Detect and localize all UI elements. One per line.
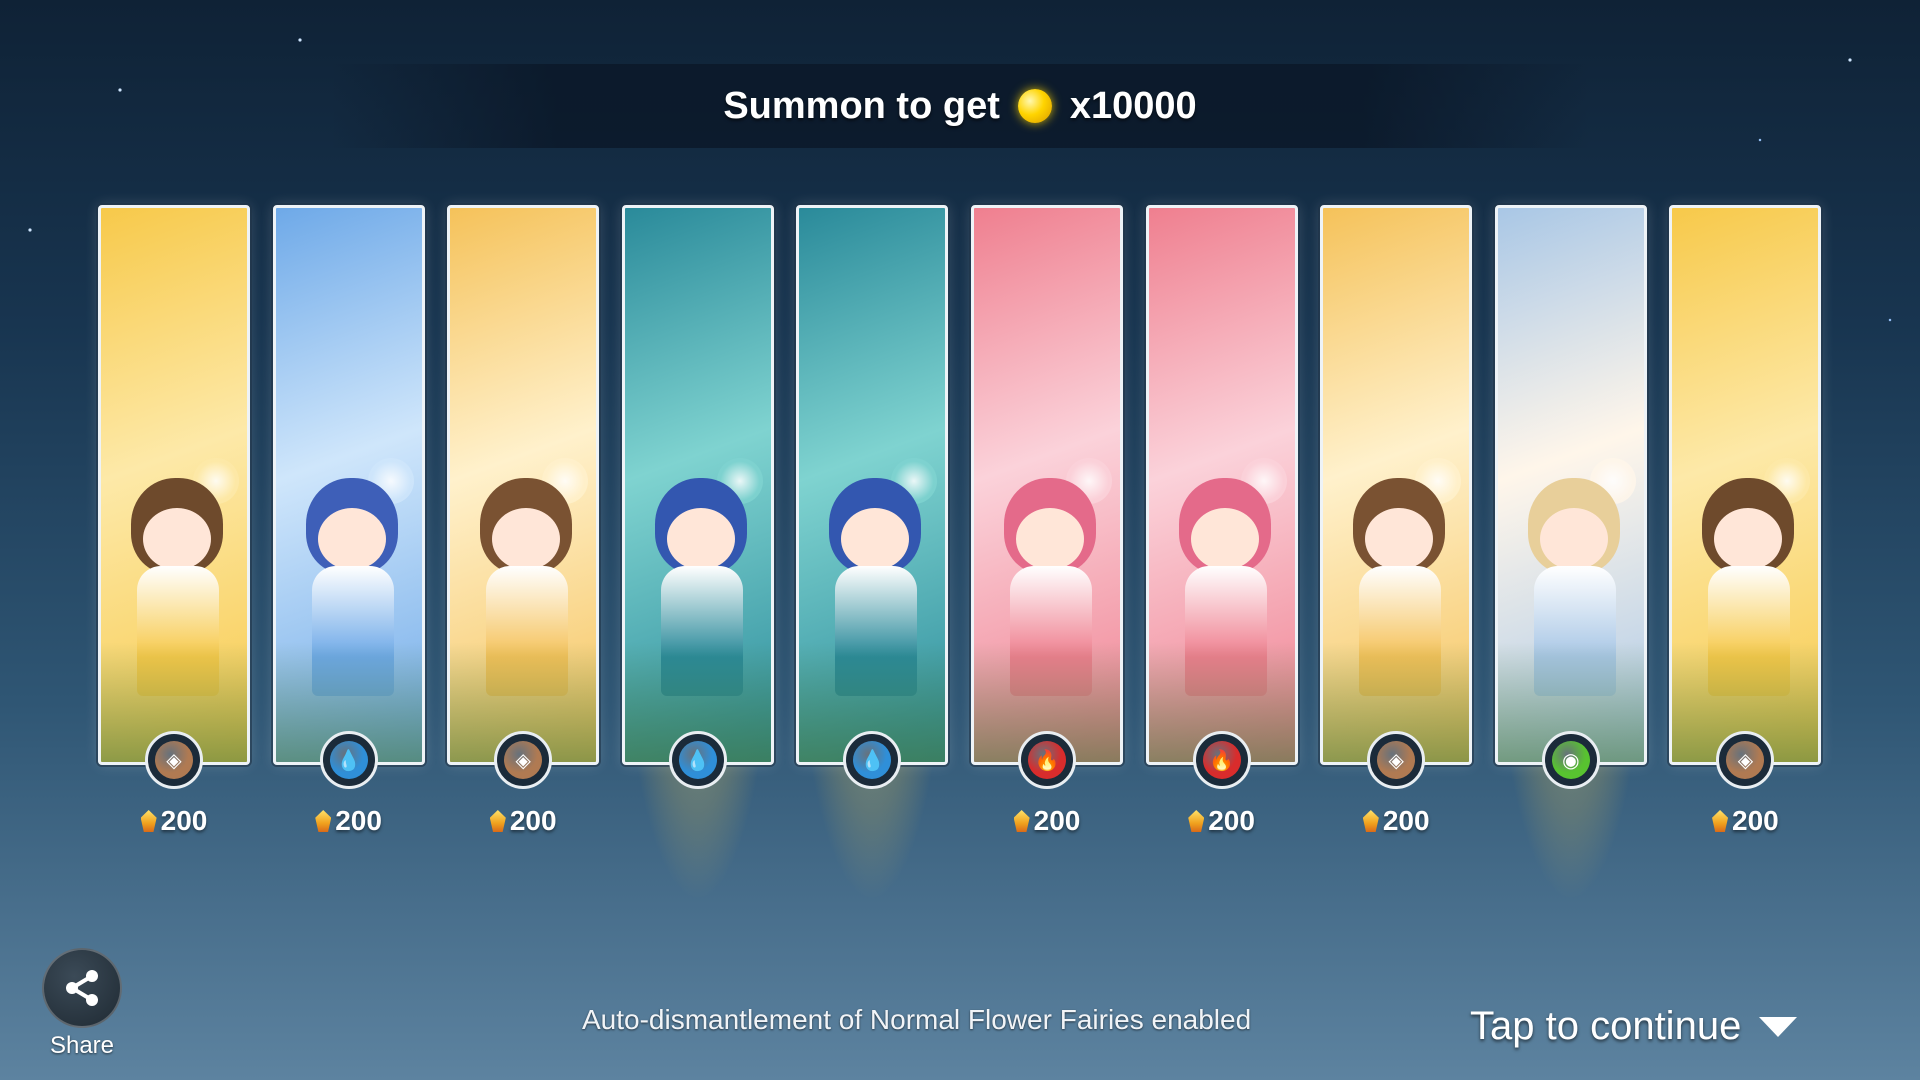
fairy-card[interactable] bbox=[272, 205, 425, 765]
fairy-face bbox=[666, 508, 735, 570]
fairy-face bbox=[1539, 508, 1608, 570]
dismantle-reward: 200 bbox=[1669, 805, 1821, 837]
fairy-card-slot: ◈ 200 bbox=[1669, 205, 1822, 836]
wind-element-icon: ◉ bbox=[1541, 731, 1600, 789]
essence-gem-icon bbox=[1362, 810, 1379, 832]
fairy-card-slot: 💧 bbox=[770, 85, 975, 965]
fairy-face bbox=[143, 508, 211, 570]
earth-element-icon: ◈ bbox=[1716, 731, 1775, 789]
fairy-card-slot: ◈ 200 bbox=[98, 205, 250, 836]
earth-element-icon: ◈ bbox=[1367, 731, 1426, 789]
summon-results: ◈ 200 💧 200 ◈ 200 💧 💧 🔥 200 🔥 200 ◈ 200 ◉ ◈ 200 bbox=[98, 85, 1822, 965]
water-element-icon: 💧 bbox=[843, 731, 902, 789]
caret-down-icon bbox=[1759, 1016, 1798, 1037]
earth-element-icon: ◈ bbox=[145, 731, 203, 789]
essence-gem-icon bbox=[315, 810, 332, 832]
fairy-card[interactable] bbox=[98, 205, 250, 765]
dismantle-reward: 200 bbox=[447, 805, 599, 837]
reward-amount: 200 bbox=[1732, 805, 1779, 836]
fairy-card[interactable] bbox=[1145, 205, 1298, 765]
reward-amount: 200 bbox=[335, 805, 382, 836]
share-icon[interactable] bbox=[42, 948, 122, 1028]
fairy-card-slot: 💧 bbox=[595, 85, 800, 965]
fairy-card-slot: ◈ 200 bbox=[447, 205, 600, 836]
fairy-face bbox=[1016, 508, 1084, 570]
water-element-icon: 💧 bbox=[668, 731, 727, 789]
fairy-card[interactable] bbox=[796, 205, 949, 765]
fairy-card[interactable] bbox=[621, 205, 774, 765]
water-element-icon: 💧 bbox=[319, 731, 378, 789]
banner-amount: x10000 bbox=[1069, 84, 1197, 127]
dismantle-reward: 200 bbox=[1320, 805, 1472, 837]
fairy-card[interactable] bbox=[971, 205, 1123, 765]
share-label: Share bbox=[49, 1032, 115, 1059]
fire-element-icon: 🔥 bbox=[1192, 731, 1251, 789]
fairy-card-slot: ◉ bbox=[1468, 85, 1673, 965]
fairy-face bbox=[1714, 508, 1783, 570]
fairy-face bbox=[317, 508, 386, 570]
essence-gem-icon bbox=[1013, 810, 1030, 832]
essence-gem-icon bbox=[1712, 810, 1729, 832]
reward-amount: 200 bbox=[509, 805, 557, 836]
fire-element-icon: 🔥 bbox=[1018, 731, 1076, 789]
banner-prefix: Summon to get bbox=[723, 84, 1000, 127]
dismantle-reward: 200 bbox=[971, 805, 1123, 837]
essence-gem-icon bbox=[1188, 810, 1205, 832]
fairy-card-slot: 💧 200 bbox=[272, 205, 425, 836]
summon-reward-banner: Summon to get x10000 bbox=[330, 64, 1590, 148]
gold-coin-icon bbox=[1017, 89, 1052, 123]
fairy-face bbox=[841, 508, 910, 570]
fairy-card[interactable] bbox=[447, 205, 600, 765]
tap-to-continue-label: Tap to continue bbox=[1470, 1004, 1742, 1048]
fairy-card-slot: 🔥 200 bbox=[971, 205, 1123, 836]
essence-gem-icon bbox=[489, 810, 506, 832]
dismantle-reward: 200 bbox=[1146, 805, 1298, 837]
fairy-face bbox=[1190, 508, 1259, 570]
fairy-face bbox=[492, 508, 561, 570]
fairy-card[interactable] bbox=[1669, 205, 1822, 765]
earth-element-icon: ◈ bbox=[494, 731, 553, 789]
auto-dismantle-note: Auto-dismantlement of Normal Flower Fair… bbox=[582, 1004, 1252, 1035]
reward-amount: 200 bbox=[1208, 805, 1255, 836]
reward-amount: 200 bbox=[1033, 805, 1081, 836]
reward-amount: 200 bbox=[160, 805, 208, 836]
fairy-face bbox=[1365, 508, 1434, 570]
share-button[interactable]: Share bbox=[42, 948, 122, 1060]
tap-to-continue[interactable]: Tap to continue bbox=[1470, 1004, 1798, 1049]
fairy-card-slot: ◈ 200 bbox=[1320, 205, 1473, 836]
fairy-card[interactable] bbox=[1320, 205, 1473, 765]
fairy-card-slot: 🔥 200 bbox=[1145, 205, 1298, 836]
reward-amount: 200 bbox=[1382, 805, 1430, 836]
dismantle-reward: 200 bbox=[273, 805, 425, 837]
essence-gem-icon bbox=[140, 810, 157, 832]
dismantle-reward: 200 bbox=[98, 805, 250, 837]
fairy-card[interactable] bbox=[1494, 205, 1647, 765]
